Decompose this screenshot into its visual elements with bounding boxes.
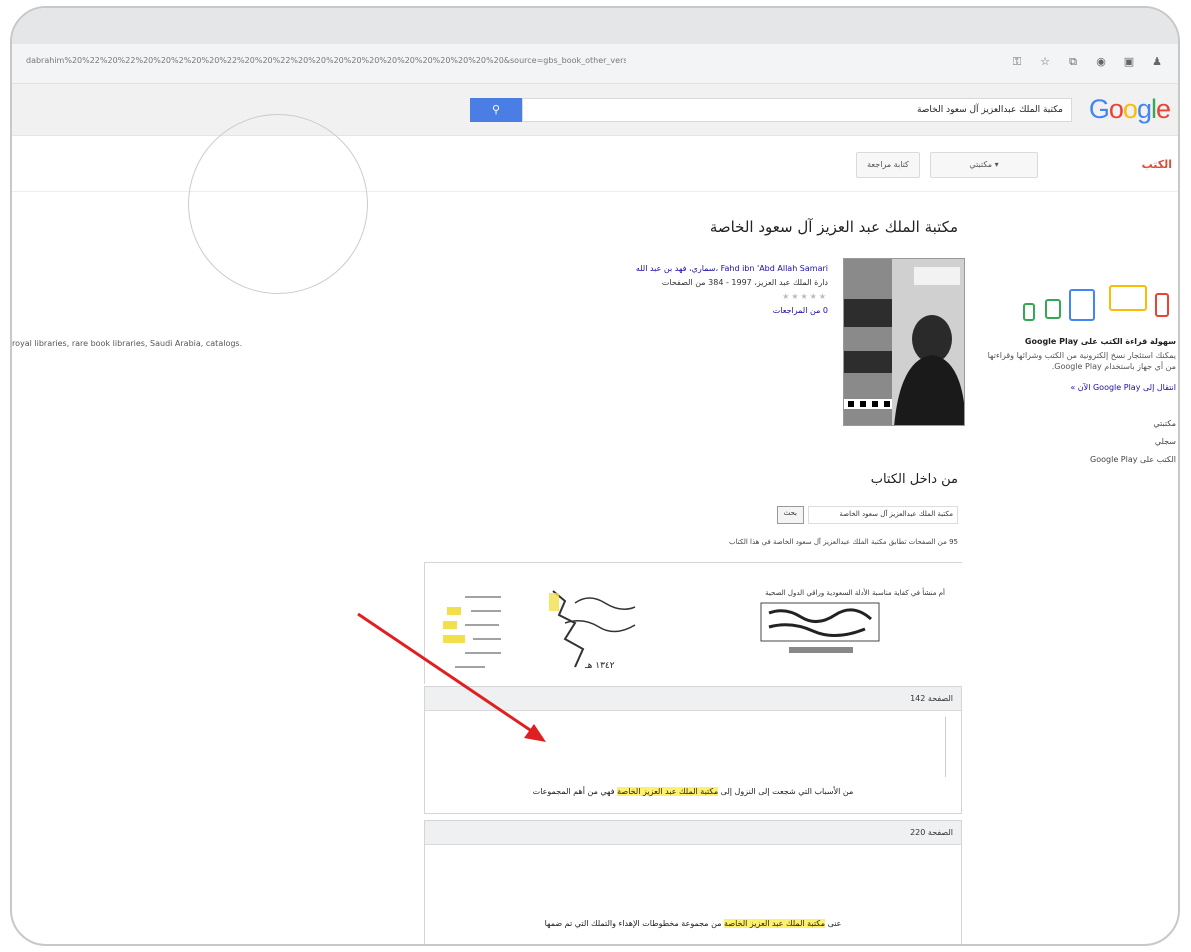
play-description: يمكنك استئجار نسخ إلكترونية من الكتب وشر… <box>987 351 1176 371</box>
account-icon[interactable]: ◉ <box>1094 54 1108 70</box>
snippet-after: من مجموعة مخطوطات الإهداء والتملك التي ت… <box>544 919 722 928</box>
google-logo-letter: G <box>1088 94 1110 124</box>
scan-text: أم منشأ في كفاية مناسبة الأدلة السعودية … <box>765 589 945 597</box>
google-logo-letter: e <box>1155 94 1171 124</box>
write-review-button[interactable]: كتابة مراجعة <box>856 152 920 178</box>
browser-window: dabrahim%20%22%20%22%20%20%2%20%20%22%20… <box>10 6 1180 946</box>
bookmark-icon[interactable]: ☆ <box>1038 54 1052 70</box>
devices-icon <box>1023 285 1169 321</box>
snippet-page-label[interactable]: الصفحة 142 <box>425 687 961 711</box>
url-text[interactable]: dabrahim%20%22%20%22%20%20%2%20%20%22%20… <box>26 56 626 65</box>
search-input[interactable]: مكتبة الملك عبدالعزيز آل سعود الخاصة <box>522 98 1072 122</box>
snippet-before: من الأسباب التي شجعت إلى النزول إلى <box>720 787 854 796</box>
play-link[interactable]: انتقال إلى Google Play الآن » <box>980 382 1176 393</box>
page-scan-preview[interactable]: أم منشأ في كفاية مناسبة الأدلة السعودية … <box>424 562 963 685</box>
sidebar-menu: مكتبتي سجلي الكتب على Google Play <box>980 415 1176 469</box>
inside-book-heading: من داخل الكتاب <box>870 472 958 487</box>
snippet-card-2[interactable]: الصفحة 220 عنى مكتبة الملك عبد العزيز ال… <box>424 820 962 944</box>
snippet-text: من الأسباب التي شجعت إلى النزول إلى مكتب… <box>425 787 961 796</box>
book-cover[interactable] <box>843 258 965 426</box>
rating-stars[interactable]: ★★★★★ <box>636 290 828 304</box>
inside-search: مكتبة الملك عبدالعزيز آل سعود الخاصة بحث <box>776 506 958 524</box>
sidebar-item-library[interactable]: مكتبتي <box>980 415 1176 433</box>
books-subheader: الكتب مكتبتي ▾ كتابة مراجعة <box>12 136 1178 192</box>
snippet-highlight: مكتبة الملك عبد العزيز الخاصة <box>724 919 826 928</box>
google-logo-letter: o <box>1108 94 1124 124</box>
search-button[interactable]: ⚲ <box>470 98 522 122</box>
play-heading: سهولة قراءة الكتب على Google Play <box>1024 337 1176 346</box>
book-cover-image <box>844 259 964 425</box>
highlight-circle <box>188 114 368 294</box>
scan-image <box>425 563 963 685</box>
address-bar[interactable]: dabrahim%20%22%20%22%20%20%2%20%20%22%20… <box>12 44 1178 84</box>
google-header: Google مكتبة الملك عبدالعزيز آل سعود الخ… <box>12 84 1178 136</box>
google-logo[interactable]: Google <box>1088 94 1171 125</box>
inside-result-count: 95 من الصفحات تطابق مكتبة الملك عبدالعزي… <box>729 538 958 546</box>
books-label[interactable]: الكتب <box>1142 158 1172 171</box>
lock-icon[interactable]: ⚿ <box>1010 54 1024 70</box>
snippet-highlight: مكتبة الملك عبد العزيز الخاصة <box>617 787 719 796</box>
add-to-library-button[interactable]: مكتبتي ▾ <box>930 152 1038 178</box>
publisher-line: دارة الملك عبد العزيز، 1997 - 384 من الص… <box>661 278 828 287</box>
snippet-text: عنى مكتبة الملك عبد العزيز الخاصة من مجم… <box>425 919 961 928</box>
snippet-before: عنى <box>827 919 842 928</box>
inside-search-button[interactable]: بحث <box>776 506 804 524</box>
google-logo-letter: g <box>1136 94 1152 124</box>
google-logo-letter: o <box>1122 94 1138 124</box>
sidebar-item-history[interactable]: سجلي <box>980 433 1176 451</box>
sidebar-item-play-books[interactable]: الكتب على Google Play <box>980 451 1176 469</box>
snippet-card-1[interactable]: الصفحة 142 من الأسباب التي شجعت إلى النز… <box>424 686 962 814</box>
inside-search-input[interactable]: مكتبة الملك عبدالعزيز آل سعود الخاصة <box>808 506 958 524</box>
book-title: مكتبة الملك عبد العزيز آل سعود الخاصة <box>709 218 958 236</box>
author-link[interactable]: Fahd ibn 'Abd Allah Samari ،سماري، فهد ب… <box>636 262 828 276</box>
snippet-after: فهي من أهم المجموعات <box>532 787 615 796</box>
scan-year: ١٣٤٢ هـ <box>585 661 615 671</box>
tabs-icon[interactable]: ▣ <box>1122 54 1136 70</box>
play-sidebar: سهولة قراءة الكتب على Google Play يمكنك … <box>980 278 1176 469</box>
snippet-scrollbar[interactable] <box>945 717 951 777</box>
subject-keywords: royal libraries, rare book libraries, Sa… <box>12 339 243 348</box>
extension-icon[interactable]: ⧉ <box>1066 54 1080 70</box>
profile-icon[interactable]: ♟ <box>1150 54 1164 70</box>
reviews-link[interactable]: 0 من المراجعات <box>636 304 828 318</box>
tab-strip <box>12 8 1178 44</box>
search-icon: ⚲ <box>491 103 501 116</box>
browser-toolbar: ⚿ ☆ ⧉ ◉ ▣ ♟ <box>1010 54 1164 70</box>
devices-illustration <box>980 278 1176 332</box>
snippet-page-label[interactable]: الصفحة 220 <box>425 821 961 845</box>
book-metadata: Fahd ibn 'Abd Allah Samari ،سماري، فهد ب… <box>636 262 828 318</box>
